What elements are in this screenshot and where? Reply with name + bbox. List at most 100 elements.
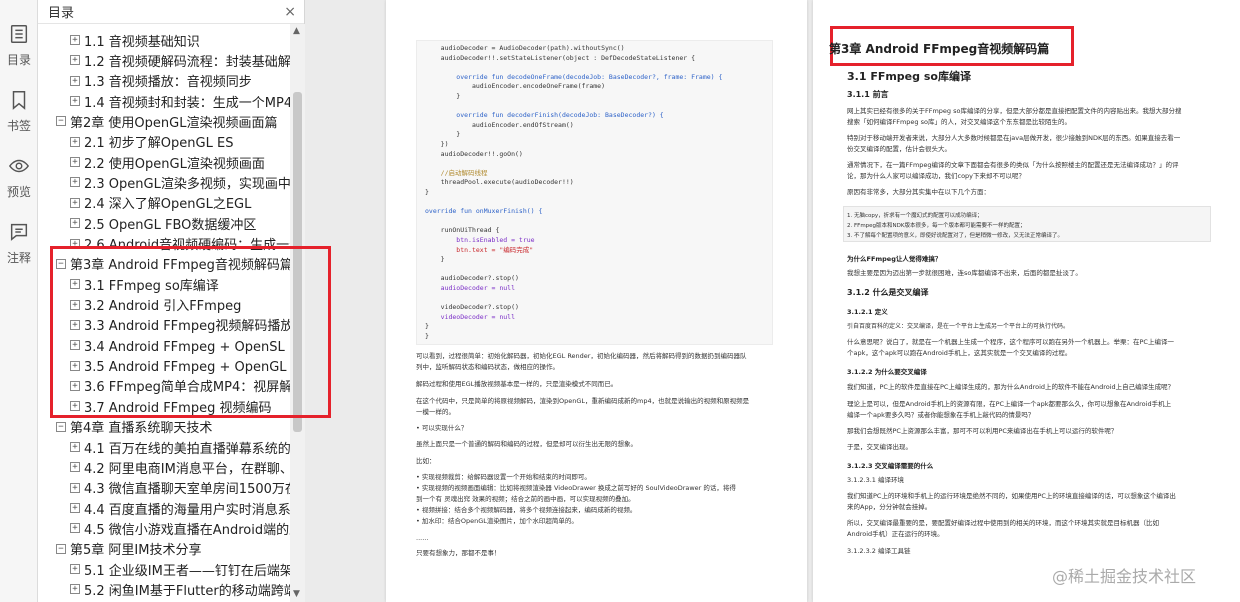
paragraph-line: 什么意思呢？说白了，就是在一个机器上生成一个程序，这个程序可以跑在另外一个机器上… <box>847 338 1174 346</box>
code-line: audioDecoder = null <box>425 284 516 292</box>
sidebar-rail: 目录 书签 预览 注释 <box>0 0 38 602</box>
paragraph-line: • 视频拼接：结合多个视频解码器，将多个视频连接起来，编码成新的视频。 <box>416 506 637 514</box>
toc-item[interactable]: +2.4 深入了解OpenGL之EGL <box>38 193 290 213</box>
toc-item[interactable]: +4.1 百万在线的美拍直播弹幕系统的实 <box>38 437 290 457</box>
paragraph-line: 我想主要是因为迈出第一步就很困难，连so库都编译不出来，后面的都是扯淡了。 <box>847 269 1082 277</box>
expand-toggle-icon[interactable]: − <box>56 543 66 554</box>
paragraph-line: Android手机）正在运行的环境。 <box>847 530 944 538</box>
paragraph-line: 那我们会想既然PC上资源那么丰富，那可不可以利用PC来编译出在手机上可以运行的软… <box>847 427 1118 435</box>
expand-toggle-icon[interactable]: + <box>70 442 80 452</box>
code-line: threadPool.execute(audioDecoder!!) <box>425 178 574 187</box>
rail-button-2[interactable]: 预览 <box>0 152 38 200</box>
toc-item[interactable]: +4.4 百度直播的海量用户实时消息系统 <box>38 498 290 518</box>
expand-toggle-icon[interactable]: + <box>70 523 80 534</box>
section-heading: 3.1.2.2 为什么要交叉编译 <box>847 368 927 376</box>
pdf-reader-app: 目录书签预览注释 目录 × +1.1 音视频基础知识 +1.2 音视频硬解码流程：… <box>0 0 1240 602</box>
toc-item-label: 1.4 音视频封和封装：生成一个MP4 <box>84 95 290 111</box>
rail-label: 书签 <box>6 119 31 133</box>
expand-toggle-icon[interactable]: + <box>70 197 80 208</box>
expand-toggle-icon[interactable]: + <box>70 564 80 575</box>
toc-item-label: 第2章 使用OpenGL渲染视频画面篇 <box>70 115 278 131</box>
toc-item[interactable]: +1.4 音视频封和封装：生成一个MP4 <box>38 91 290 111</box>
code-line: btn.isEnabled = true <box>425 236 535 244</box>
paragraph-line: 只要有想象力，那都不是事！ <box>416 549 501 557</box>
toc-item[interactable]: +1.1 音视频基础知识 <box>38 30 290 50</box>
expand-toggle-icon[interactable]: + <box>70 55 80 66</box>
toc-item-label: 第4章 直播系统聊天技术 <box>70 421 213 437</box>
toc-item[interactable]: +5.1 企业级IM王者——钉钉在后端架构 <box>38 559 290 579</box>
expand-toggle-icon[interactable]: + <box>70 177 80 188</box>
toc-header: 目录 × <box>38 0 304 24</box>
paragraph-line: 于是，交叉编译出现。 <box>847 443 912 451</box>
code-line: } <box>425 188 429 196</box>
toc-item[interactable]: +1.3 音视频播放：音视频同步 <box>38 71 290 91</box>
toc-item[interactable]: +2.3 OpenGL渲染多视频，实现画中画 <box>38 172 290 192</box>
expand-toggle-icon[interactable]: + <box>70 584 80 595</box>
toc-item-label: 4.1 百万在线的美拍直播弹幕系统的实 <box>84 441 290 457</box>
paragraph-line: 原因有非常多，大部分其实集中在以下几个方面： <box>847 188 990 196</box>
expand-toggle-icon[interactable]: + <box>70 96 80 107</box>
paragraph-line: 在这个代码中，只是简单的将原视频解码，渲染到OpenGL，重新编码成新的mp4，… <box>416 397 750 405</box>
scroll-up-icon[interactable]: ▲ <box>293 26 300 36</box>
toc-item[interactable]: +2.5 OpenGL FBO数据缓冲区 <box>38 213 290 233</box>
toc-item[interactable]: +1.2 音视频硬解码流程：封装基础解码 <box>38 50 290 70</box>
rail-button-3[interactable]: 注释 <box>0 218 38 266</box>
toc-chapter[interactable]: − 第2章 使用OpenGL渲染视频画面篇 <box>38 111 290 131</box>
code-line: audioDecoder!!.setStateListener(object :… <box>425 53 696 62</box>
rail-label: 注释 <box>6 251 31 265</box>
expand-toggle-icon[interactable]: + <box>70 218 80 229</box>
section-heading: 为什么FFmpeg让人觉得难搞？ <box>847 255 942 263</box>
paragraph-line: 网上其实已经有很多的关于FFmpeg so库编译的分享，但是大部分都是直接把配置… <box>847 107 1182 115</box>
toc-item-label: 2.4 深入了解OpenGL之EGL <box>84 197 252 213</box>
toc-item-label: 5.1 企业级IM王者——钉钉在后端架构 <box>84 563 290 579</box>
toc-item[interactable]: +4.3 微信直播聊天室单房间1500万在线 <box>38 478 290 498</box>
pdf-page-left: audioDecoder = AudioDecoder(path).withou… <box>386 0 807 602</box>
expand-toggle-icon[interactable]: + <box>70 157 80 168</box>
paragraph-line: 个apk，这个apk可以跑在Android手机上，这其实就是一个交叉编译的过程。 <box>847 349 1072 357</box>
paragraph-line: 1. 无脑copy，折求有一个魔幻式的配置可以成功编译； <box>847 213 983 219</box>
expand-toggle-icon[interactable]: + <box>70 482 80 493</box>
rail-button-0[interactable]: 目录 <box>0 20 38 68</box>
code-line: }) <box>425 140 449 148</box>
paragraph-line: 我们知道，PC上的软件是直接在PC上编译生成的，那为什么Android上的软件不… <box>847 383 1175 391</box>
paragraph-line: • 实现视频裁剪：给解码器设置一个开始和结束的时间即可。 <box>416 473 591 481</box>
paragraph-line: 理论上是可以，但是Android手机上的资源有限，在PC上编译一个apk都要那么… <box>847 400 1172 408</box>
toc-item[interactable]: +2.1 初步了解OpenGL ES <box>38 132 290 152</box>
expand-toggle-icon[interactable]: + <box>70 35 80 45</box>
close-icon[interactable]: × <box>284 4 296 20</box>
rail-label: 预览 <box>6 185 31 199</box>
toc-item-label: 2.5 OpenGL FBO数据缓冲区 <box>84 217 257 233</box>
code-line: audioEncoder.endOfStream() <box>425 120 574 129</box>
toc-item-label: 1.1 音视频基础知识 <box>84 34 200 50</box>
expand-toggle-icon[interactable]: + <box>70 136 80 147</box>
toc-item[interactable]: +5.2 闲鱼IM基于Flutter的移动端跨端改 <box>38 579 290 599</box>
paragraph-line: 3.1.2.3.1 编译环境 <box>847 476 905 484</box>
expand-toggle-icon[interactable]: + <box>70 462 80 473</box>
expand-toggle-icon[interactable]: + <box>70 75 80 86</box>
toc-item-label: 2.2 使用OpenGL渲染视频画面 <box>84 156 265 172</box>
paragraph-line: 2. FFmpeg版本和NDK版本很多，每一个版本都可能需要不一样的配置； <box>847 223 1026 229</box>
expand-toggle-icon[interactable]: − <box>56 116 66 127</box>
code-line: btn.text = "编码完成" <box>425 245 534 254</box>
rail-label: 目录 <box>6 53 31 67</box>
paragraph-line: 解码过程和使用EGL播放视频基本是一样的，只是渲染模式不同而已。 <box>416 380 618 388</box>
toc-chapter[interactable]: − 第5章 阿里IM技术分享 <box>38 539 290 559</box>
toc-item[interactable]: +2.2 使用OpenGL渲染视频画面 <box>38 152 290 172</box>
code-line: videoDecoder?.stop() <box>425 303 519 312</box>
paragraph-line: 引自百度百科的定义：交叉编译，是在一个平台上生成另一个平台上的可执行代码。 <box>847 323 1070 330</box>
comment-icon <box>8 221 30 246</box>
code-line: } <box>425 92 461 100</box>
scroll-down-icon[interactable]: ▼ <box>293 589 300 599</box>
toc-item-label: 2.3 OpenGL渲染多视频，实现画中画 <box>84 176 290 192</box>
chapter-title: 第3章 Android FFmpeg音视频解码篇 <box>829 42 1050 56</box>
highlight-box <box>50 246 331 418</box>
expand-toggle-icon[interactable]: − <box>56 421 66 432</box>
paragraph-line: 编译一个apk要多久吗？或者你能想象在手机上敲代码的情景吗？ <box>847 411 1035 419</box>
toc-chapter[interactable]: − 第4章 直播系统聊天技术 <box>38 417 290 437</box>
paragraph-line: 来的App，分分钟就会挂掉。 <box>847 503 932 511</box>
toc-item[interactable]: +4.2 阿里电商IM消息平台，在群聊、直 <box>38 457 290 477</box>
rail-button-1[interactable]: 书签 <box>0 86 38 134</box>
toc-item[interactable]: +4.5 微信小游戏直播在Android端的跨 <box>38 518 290 538</box>
paragraph-line: • 加水印：结合OpenGL渲染图片，加个水印超简单的。 <box>416 517 578 525</box>
expand-toggle-icon[interactable]: + <box>70 503 80 514</box>
